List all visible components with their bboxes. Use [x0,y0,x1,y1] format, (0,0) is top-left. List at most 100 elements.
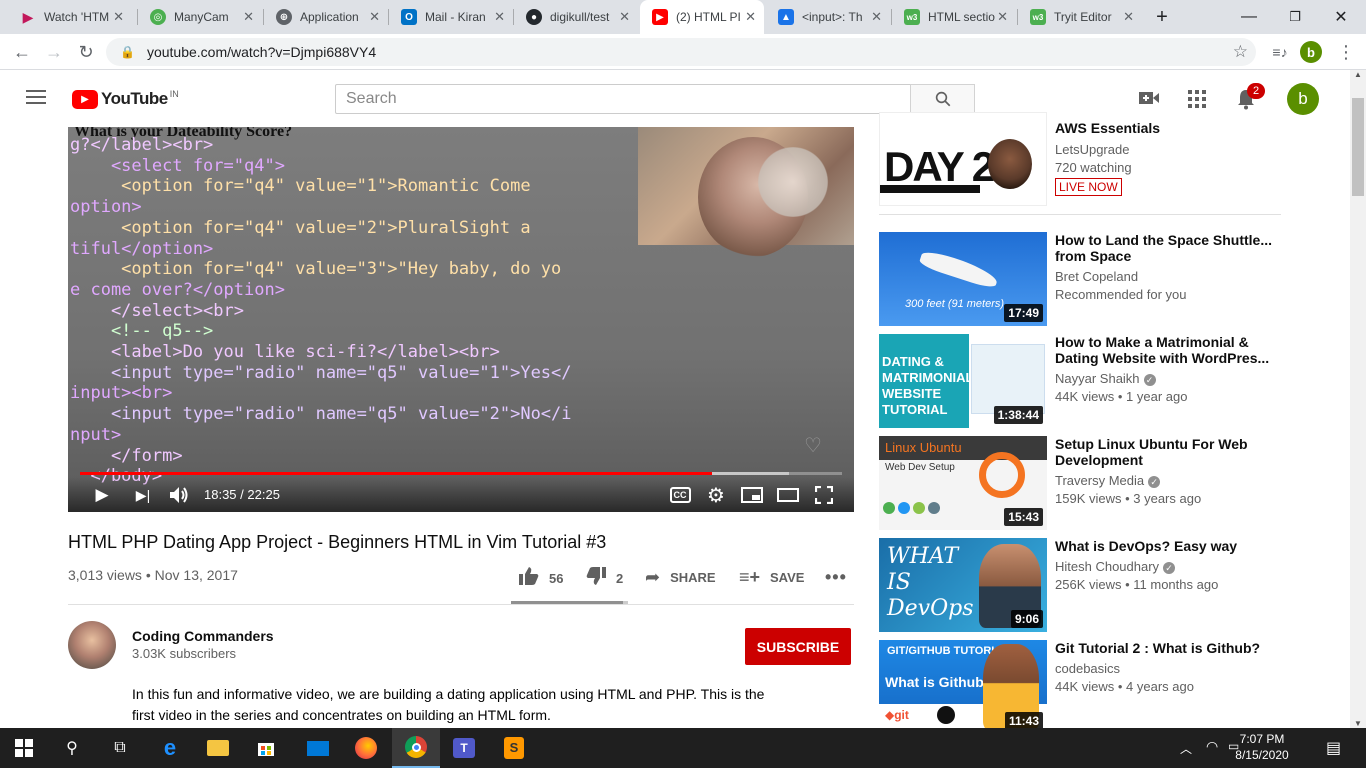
recommendation-title[interactable]: How to Land the Space Shuttle... from Sp… [1055,232,1285,264]
close-icon[interactable]: ✕ [1123,9,1134,25]
video-thumbnail[interactable]: 300 feet (91 meters) 17:49 [879,232,1047,326]
bookmark-star-icon[interactable]: ☆ [1233,42,1248,62]
scroll-down-icon[interactable]: ▼ [1350,719,1366,728]
hamburger-menu-icon[interactable] [26,90,46,104]
recommendation-item[interactable]: Linux Ubuntu Web Dev Setup 15:43 Setup L… [879,436,1349,530]
browser-tab[interactable]: w3 Tryit Editor ✕ [1018,0,1142,34]
close-icon[interactable]: ✕ [369,9,380,25]
recommendation-item[interactable]: 300 feet (91 meters) 17:49 How to Land t… [879,232,1349,326]
wifi-icon[interactable]: ◠ [1206,738,1218,755]
browser-tab[interactable]: O Mail - Kiran ✕ [389,0,513,34]
action-center-icon[interactable]: ▤ [1326,738,1341,758]
sublime-text-icon[interactable]: S [490,728,538,768]
settings-gear-icon[interactable]: ⚙ [704,483,728,507]
recommendation-title[interactable]: Git Tutorial 2 : What is Github? [1055,640,1285,656]
account-avatar[interactable]: b [1287,83,1319,115]
recommendation-channel[interactable]: LetsUpgrade [1055,142,1129,157]
recommendation-item[interactable]: DATING & MATRIMONIAL WEBSITE TUTORIAL 1:… [879,334,1349,428]
windows-start-icon[interactable] [0,728,48,768]
dislike-button[interactable]: 2 [586,567,623,590]
browser-tab[interactable]: ▶ Watch 'HTM ✕ [8,0,132,34]
create-video-icon[interactable] [1138,89,1160,112]
youtube-logo[interactable]: ▶ YouTube IN [72,89,179,109]
close-icon[interactable]: ✕ [494,9,505,25]
browser-tab[interactable]: ◎ ManyCam ✕ [138,0,262,34]
captions-icon[interactable]: CC [668,483,692,507]
address-bar[interactable]: 🔒 youtube.com/watch?v=Djmpi688VY4 ☆ [106,38,1256,66]
save-button[interactable]: ≡+ SAVE [739,567,804,588]
recommendation-channel[interactable]: codebasics [1055,661,1120,676]
maximize-icon[interactable]: ❐ [1272,4,1318,30]
video-thumbnail[interactable]: GIT/GITHUB TUTORIAL What is Github? ◆git… [879,640,1047,734]
reload-icon[interactable]: ↻ [74,40,98,64]
channel-avatar[interactable] [68,621,116,669]
channel-watermark-icon[interactable]: ♡ [804,433,834,457]
progress-bar[interactable] [80,472,842,475]
edge-icon[interactable]: e [146,728,194,768]
volume-icon[interactable] [167,483,191,507]
play-icon[interactable]: ▶ [90,483,114,507]
recommendation-item[interactable]: DAY 2 AWS Essentials LetsUpgrade 720 wat… [879,112,1349,206]
recommendation-title[interactable]: How to Make a Matrimonial & Dating Websi… [1055,334,1285,366]
close-icon[interactable]: ✕ [243,9,254,25]
store-icon[interactable] [242,728,290,768]
apps-grid-icon[interactable] [1188,90,1206,113]
back-icon[interactable]: ← [10,40,34,64]
chrome-icon[interactable] [392,728,440,768]
channel-name[interactable]: Coding Commanders [132,628,274,644]
media-control-icon[interactable]: ≡♪ [1268,40,1292,64]
browser-tab[interactable]: ● digikull/test ✕ [514,0,638,34]
forward-icon[interactable]: → [42,40,66,64]
browser-tab[interactable]: ▲ <input>: Th ✕ [766,0,890,34]
recommendation-item[interactable]: WHAT IS DevOps 9:06 What is DevOps? Easy… [879,538,1349,632]
video-thumbnail[interactable]: DAY 2 [879,112,1047,206]
video-thumbnail[interactable]: WHAT IS DevOps 9:06 [879,538,1047,632]
close-icon[interactable]: ✕ [997,9,1008,25]
recommendation-channel[interactable]: Traversy Media ✓ [1055,473,1161,488]
browser-tab[interactable]: w3 HTML sectio ✕ [892,0,1016,34]
video-player[interactable]: What is your Dateability Score? g?</labe… [68,127,854,512]
close-icon[interactable]: ✕ [871,9,882,25]
subscribe-button[interactable]: SUBSCRIBE [745,628,851,665]
close-icon[interactable]: ✕ [745,9,756,25]
video-thumbnail[interactable]: Linux Ubuntu Web Dev Setup 15:43 [879,436,1047,530]
search-input[interactable]: Search [335,84,911,114]
next-video-icon[interactable]: ▶| [131,483,155,507]
recommendation-item[interactable]: GIT/GITHUB TUTORIAL What is Github? ◆git… [879,640,1349,734]
search-icon[interactable]: ⚲ [48,728,96,768]
close-icon[interactable]: ✕ [619,9,630,25]
theater-mode-icon[interactable] [776,483,800,507]
recommendation-title[interactable]: Setup Linux Ubuntu For Web Development [1055,436,1285,468]
share-button[interactable]: ➦ SHARE [645,567,716,588]
close-icon[interactable]: ✕ [113,9,124,25]
recommendation-meta: 44K views • 1 year ago [1055,389,1188,404]
menu-dots-icon[interactable]: ⋮ [1334,40,1358,64]
miniplayer-icon[interactable] [740,483,764,507]
like-button[interactable]: 56 [519,567,563,590]
browser-tab[interactable]: ⊕ Application ✕ [264,0,388,34]
recommendation-title[interactable]: AWS Essentials [1055,120,1285,136]
more-actions-button[interactable]: ••• [825,567,857,588]
teams-icon[interactable]: T [440,728,488,768]
scroll-up-icon[interactable]: ▲ [1350,70,1366,79]
fullscreen-icon[interactable] [812,483,836,507]
file-explorer-icon[interactable] [194,728,242,768]
recommendation-channel[interactable]: Hitesh Choudhary ✓ [1055,559,1176,574]
profile-avatar[interactable]: b [1300,41,1322,63]
search-button[interactable] [910,84,975,114]
new-tab-icon[interactable]: + [1142,4,1182,30]
show-hidden-icons-icon[interactable]: ︿ [1180,740,1192,757]
video-thumbnail[interactable]: DATING & MATRIMONIAL WEBSITE TUTORIAL 1:… [879,334,1047,428]
browser-tab-active[interactable]: ▶ (2) HTML PI ✕ [640,0,764,34]
scrollbar-thumb[interactable] [1352,98,1364,196]
task-view-icon[interactable]: ⧉ [96,728,144,768]
recommendation-title[interactable]: What is DevOps? Easy way [1055,538,1285,554]
code-line: input><br> [70,383,173,404]
window-close-icon[interactable]: ✕ [1318,4,1364,30]
recommendation-channel[interactable]: Bret Copeland [1055,269,1138,284]
recommendation-channel[interactable]: Nayyar Shaikh ✓ [1055,371,1156,386]
minimize-icon[interactable]: — [1226,4,1272,30]
firefox-icon[interactable] [342,728,390,768]
taskbar-clock[interactable]: 7:07 PM 8/15/2020 [1222,731,1302,763]
mail-icon[interactable] [294,728,342,768]
